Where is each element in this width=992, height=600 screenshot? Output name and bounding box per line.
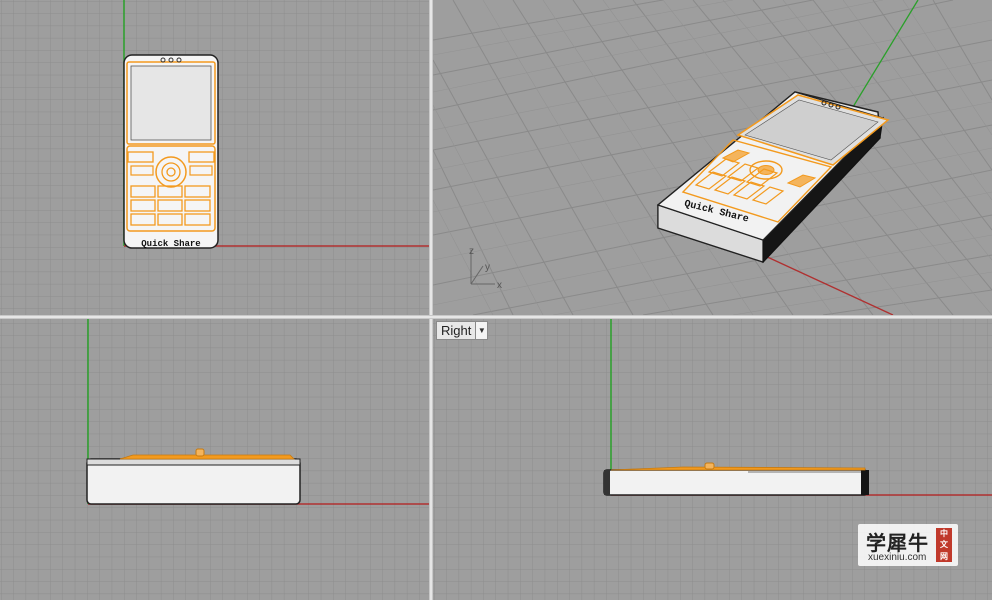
top-view-canvas: Quick Share [0, 0, 429, 315]
viewport-top[interactable]: Quick Share [0, 0, 429, 315]
axis-label-x: x [497, 280, 502, 291]
watermark-badge-1: 中 [940, 529, 948, 539]
perspective-view-canvas: Quick Share z y x [433, 0, 992, 315]
viewport-divider-horizontal[interactable] [0, 315, 992, 319]
phone-top[interactable]: Quick Share [123, 54, 219, 249]
axis-label-z: z [469, 246, 474, 257]
viewport-perspective[interactable]: Quick Share z y x [433, 0, 992, 315]
viewport-front[interactable] [0, 319, 429, 600]
viewport-right-label[interactable]: Right ▼ [436, 321, 489, 340]
phone-brand-text: Quick Share [141, 239, 200, 249]
watermark-logo: 学犀牛 xuexiniu.com 中 文 网 [858, 524, 958, 566]
watermark-badge: 中 文 网 [936, 528, 952, 562]
viewport-divider-vertical[interactable] [429, 0, 433, 600]
front-view-canvas [0, 319, 429, 600]
axis-label-y: y [485, 262, 490, 273]
watermark-url: xuexiniu.com [868, 552, 927, 563]
watermark-badge-2: 文 [940, 540, 948, 550]
triangle-down-icon[interactable]: ▼ [475, 322, 488, 339]
watermark-badge-3: 网 [940, 551, 948, 561]
viewport-right-title: Right [441, 323, 472, 338]
